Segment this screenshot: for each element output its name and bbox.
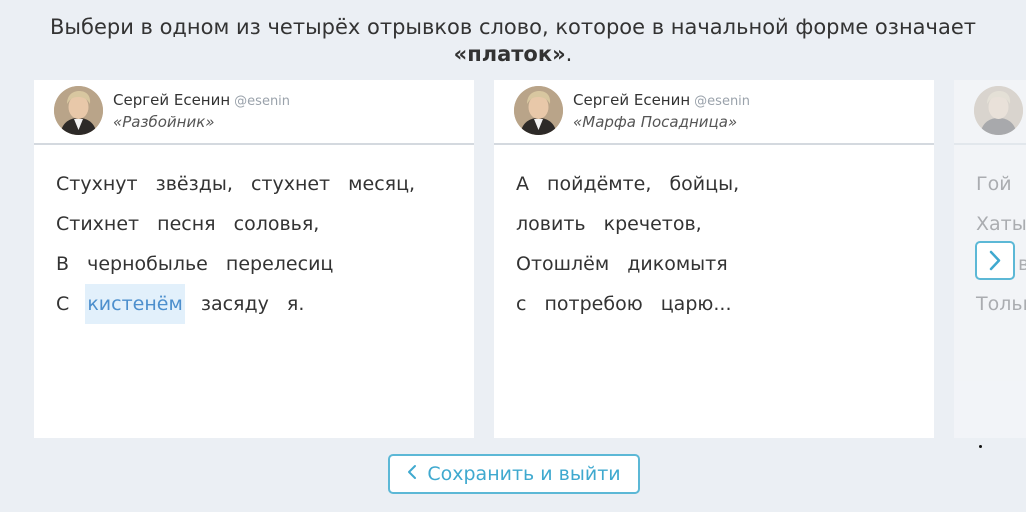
poem-word[interactable]: засяду	[199, 284, 271, 324]
poem-line: Стухнут звёзды, стухнет месяц,	[54, 164, 464, 204]
author-name: Сергей Есенин	[113, 91, 231, 109]
card-header	[954, 80, 1026, 145]
author-name: Сергей Есенин	[573, 91, 691, 109]
poem-word[interactable]: стухнет	[249, 164, 332, 204]
excerpt-card-razboynik: Сергей Есенин @esenin «Разбойник» Стухнут…	[34, 80, 474, 438]
poem-word[interactable]: чернобылье	[85, 244, 210, 284]
poem-text: А пойдёмте, бойцы, ловить кречетов, Отош…	[514, 164, 924, 324]
card-header: Сергей Есенин @esenin «Марфа Посадница»	[494, 80, 934, 145]
poem-word[interactable]: потребою	[543, 284, 645, 324]
poem-line: А пойдёмте, бойцы,	[514, 164, 924, 204]
author-name-row: Сергей Есенин @esenin	[573, 91, 750, 109]
poem-word[interactable]: звёзды,	[154, 164, 235, 204]
chevron-right-icon	[977, 250, 1013, 282]
author-name-row: Сергей Есенин @esenin	[113, 91, 290, 109]
instruction-keyword: «платок»	[453, 42, 566, 66]
poem-word[interactable]: песня	[155, 204, 217, 244]
author-avatar	[514, 86, 563, 135]
poem-line: С кистенём засяду я.	[54, 284, 464, 324]
poem-word[interactable]: А	[514, 164, 531, 204]
author-avatar	[54, 86, 103, 135]
poem-word[interactable]: Гой	[974, 164, 1014, 204]
work-title: «Разбойник»	[113, 113, 215, 131]
instruction-suffix: .	[565, 42, 573, 66]
work-title: «Марфа Посадница»	[573, 113, 738, 131]
poem-word[interactable]: царю...	[659, 284, 734, 324]
poem-word-selected[interactable]: кистенём	[85, 284, 185, 324]
poem-word[interactable]: в	[1016, 244, 1026, 284]
save-and-exit-button[interactable]: Сохранить и выйти	[388, 454, 640, 494]
poem-word[interactable]: кречетов,	[602, 204, 704, 244]
poem-line: В чернобылье перелесиц	[54, 244, 464, 284]
poem-line: Отошлём дикомытя	[514, 244, 924, 284]
poem-word[interactable]: месяц,	[346, 164, 417, 204]
card-header: Сергей Есенин @esenin «Разбойник»	[34, 80, 474, 145]
poem-line: Гой	[974, 164, 1026, 204]
poem-line: ловить кречетов,	[514, 204, 924, 244]
poem-word[interactable]: перелесиц	[224, 244, 335, 284]
poem-word[interactable]: пойдёмте,	[545, 164, 653, 204]
poem-word[interactable]: Отошлём	[514, 244, 611, 284]
poem-word[interactable]: Хаты	[974, 204, 1026, 244]
poem-word[interactable]: Стухнут	[54, 164, 140, 204]
instruction-text: Выбери в одном из четырёх отрывков слово…	[50, 15, 976, 39]
excerpt-card-marfa-posadnitsa: Сергей Есенин @esenin «Марфа Посадница» А…	[494, 80, 934, 438]
poem-line: Тольк	[974, 284, 1026, 324]
poem-word[interactable]: я.	[285, 284, 306, 324]
poem-text: Стухнут звёзды, стухнет месяц, Стихнет п…	[54, 164, 464, 324]
next-card-button[interactable]	[975, 241, 1015, 280]
poem-line: Хаты	[974, 204, 1026, 244]
poem-word[interactable]: В	[54, 244, 71, 284]
author-avatar	[974, 86, 1023, 135]
author-handle: @esenin	[234, 94, 291, 109]
poem-word[interactable]: ловить	[514, 204, 588, 244]
task-instruction: Выбери в одном из четырёх отрывков слово…	[0, 14, 1026, 68]
poem-word[interactable]: Стихнет	[54, 204, 141, 244]
poem-word[interactable]: дикомытя	[625, 244, 729, 284]
poem-word[interactable]: соловья,	[232, 204, 322, 244]
poem-line: Стихнет песня соловья,	[54, 204, 464, 244]
save-and-exit-label: Сохранить и выйти	[427, 463, 621, 485]
poem-word[interactable]: Тольк	[974, 284, 1026, 324]
pager-dot	[979, 445, 982, 448]
poem-line: с потребою царю...	[514, 284, 924, 324]
poem-word[interactable]: с	[514, 284, 528, 324]
poem-word[interactable]: С	[54, 284, 71, 324]
author-handle: @esenin	[694, 94, 751, 109]
chevron-left-icon	[407, 456, 417, 492]
poem-word[interactable]: бойцы,	[667, 164, 741, 204]
